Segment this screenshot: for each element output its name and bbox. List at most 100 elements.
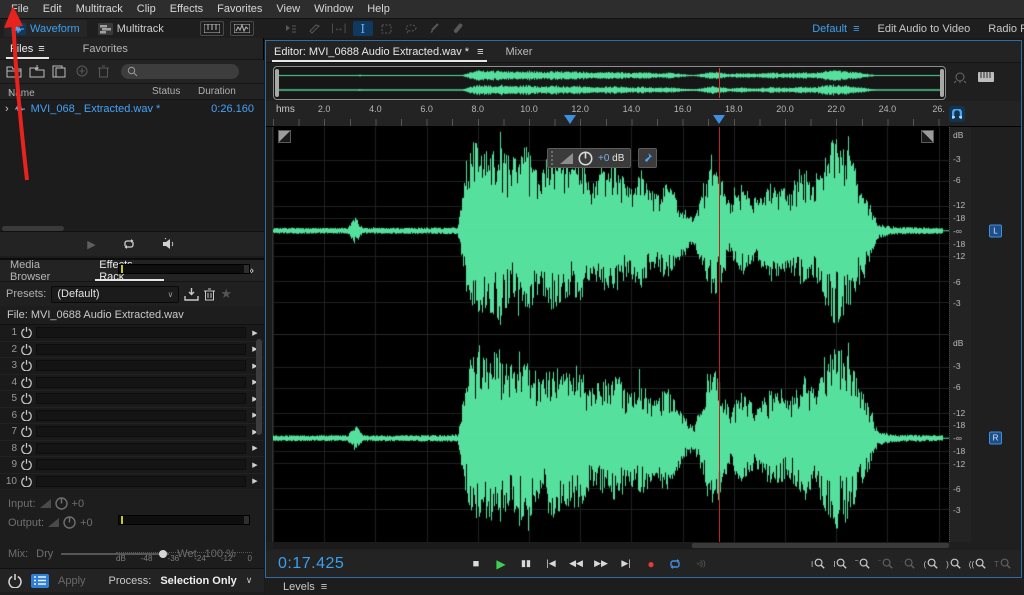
rewind-button[interactable]: ◀◀: [568, 558, 584, 569]
skip-to-end-button[interactable]: ▶|: [618, 558, 634, 569]
menu-multitrack[interactable]: Multitrack: [69, 0, 130, 18]
effect-slot[interactable]: [36, 327, 246, 338]
levels-panel-menu-icon[interactable]: ≡: [321, 581, 327, 593]
channel-badge-right[interactable]: R: [989, 432, 1002, 445]
workspace-radio-production[interactable]: Radio Product: [988, 23, 1024, 35]
menu-view[interactable]: View: [269, 0, 307, 18]
power-icon[interactable]: [21, 443, 32, 454]
menu-edit[interactable]: Edit: [36, 0, 69, 18]
slot-arrow-icon[interactable]: ▶: [250, 461, 260, 469]
preview-loop-icon[interactable]: [122, 238, 136, 250]
workspace-edit-audio-to-video[interactable]: Edit Audio to Video: [878, 23, 971, 35]
snap-magnet-icon[interactable]: [949, 106, 965, 122]
overview-right-handle[interactable]: [940, 69, 944, 97]
file-list-header[interactable]: Name ↑ Status Duration: [0, 84, 264, 100]
power-icon[interactable]: [21, 360, 32, 371]
effect-slot[interactable]: [36, 426, 246, 437]
power-icon[interactable]: [21, 393, 32, 404]
zoom-reset-button[interactable]: ˙: [901, 558, 916, 569]
menu-favorites[interactable]: Favorites: [210, 0, 269, 18]
zoom-out-time-button[interactable]: I: [833, 558, 847, 569]
power-icon[interactable]: [21, 476, 32, 487]
gain-hud[interactable]: +0 dB: [547, 148, 631, 168]
overview-navigator[interactable]: [273, 66, 946, 100]
rack-list-toggle-icon[interactable]: [31, 574, 49, 588]
files-panel-menu-icon[interactable]: ≡: [38, 43, 44, 55]
workspace-default[interactable]: Default: [812, 23, 847, 35]
power-icon[interactable]: [21, 344, 32, 355]
effect-slot[interactable]: [36, 393, 246, 404]
tab-files[interactable]: Files ≡: [0, 38, 55, 60]
db-scale[interactable]: dB-3-3-6-6-12-12-18-18-∞dB-3-3-6-6-12-12…: [949, 127, 971, 542]
workspace-menu-icon[interactable]: ≡: [853, 23, 859, 35]
hud-gain-knob[interactable]: [578, 151, 593, 166]
effect-slot[interactable]: [36, 443, 246, 454]
rack-power-icon[interactable]: [8, 574, 22, 588]
skip-to-start-button[interactable]: |◀: [543, 558, 559, 569]
zoom-out-amplitude-button[interactable]: ): [946, 558, 961, 569]
hud-grip-icon[interactable]: [551, 151, 555, 165]
delete-preset-icon[interactable]: [204, 288, 215, 301]
power-icon[interactable]: [21, 459, 32, 470]
power-icon[interactable]: [21, 377, 32, 388]
chevron-down-icon[interactable]: ∨: [246, 575, 253, 586]
slot-arrow-icon[interactable]: ▶: [250, 329, 260, 337]
effects-rack-row[interactable]: 4 ▶: [0, 375, 264, 392]
effects-rack-row[interactable]: 5 ▶: [0, 391, 264, 408]
waveform-canvas[interactable]: [273, 127, 949, 542]
process-dropdown[interactable]: Selection Only: [160, 575, 236, 587]
trash-icon[interactable]: [98, 65, 114, 79]
tab-favorites[interactable]: Favorites: [73, 38, 138, 60]
editor-panel-menu-icon[interactable]: ≡: [477, 46, 483, 58]
input-gain-knob[interactable]: [55, 497, 68, 510]
auto-play-speaker-icon[interactable]: [162, 238, 177, 250]
lasso-selection-tool-icon[interactable]: [401, 21, 421, 36]
mix-slider[interactable]: [61, 553, 169, 555]
effects-rack-row[interactable]: 6 ▶: [0, 408, 264, 425]
playhead-handle-icon[interactable]: [713, 115, 725, 124]
file-row[interactable]: › MVI_068_ Extracted.wav * 0:26.160: [0, 100, 264, 118]
output-gain-knob[interactable]: [63, 516, 76, 529]
loop-playback-button[interactable]: [668, 558, 684, 570]
play-button[interactable]: ▶: [493, 557, 509, 571]
tab-editor[interactable]: Editor: MVI_0688 Audio Extracted.wav * ≡: [266, 41, 491, 63]
expander-icon[interactable]: ›: [5, 103, 9, 115]
levels-panel-tab[interactable]: Levels ≡: [265, 578, 1024, 595]
power-icon[interactable]: [21, 410, 32, 421]
razor-tool-icon[interactable]: [305, 21, 325, 36]
effect-slot[interactable]: [36, 377, 246, 388]
effects-rack-row[interactable]: 9 ▶: [0, 457, 264, 474]
overview-waveform-canvas[interactable]: [279, 68, 940, 97]
waveform-view-button[interactable]: Waveform: [4, 20, 87, 37]
power-icon[interactable]: [21, 426, 32, 437]
effects-rack-row[interactable]: 1 ▶: [0, 325, 264, 342]
preview-play-icon[interactable]: ▶: [87, 238, 95, 251]
spot-healing-tool-icon[interactable]: [449, 21, 469, 36]
hud-fade-icon[interactable]: [560, 153, 573, 164]
slot-arrow-icon[interactable]: ▶: [250, 477, 260, 485]
effect-slot[interactable]: [36, 476, 246, 487]
effects-rack-row[interactable]: 8 ▶: [0, 441, 264, 458]
preset-dropdown[interactable]: (Default) ∨: [51, 286, 179, 303]
scrollbar-thumb[interactable]: [692, 543, 949, 548]
multitrack-view-button[interactable]: Multitrack: [91, 20, 171, 37]
stop-button[interactable]: ■: [468, 558, 484, 570]
record-button[interactable]: ●: [643, 557, 659, 571]
zoom-in-time-button[interactable]: I: [811, 558, 825, 569]
marquee-selection-tool-icon[interactable]: [377, 21, 397, 36]
effects-rack-row[interactable]: 2 ▶: [0, 342, 264, 359]
show-spectral-display-button[interactable]: [230, 21, 254, 36]
fade-out-handle[interactable]: [921, 130, 934, 143]
fast-forward-button[interactable]: ▶▶: [593, 558, 609, 569]
insert-into-multitrack-icon[interactable]: [75, 65, 91, 79]
skip-selection-button[interactable]: ◃)): [693, 559, 709, 568]
horizontal-scrollbar[interactable]: [273, 542, 949, 549]
channel-badge-left[interactable]: L: [989, 224, 1002, 237]
slot-arrow-icon[interactable]: ▶: [250, 444, 260, 452]
slip-tool-icon[interactable]: |↔|: [329, 21, 349, 36]
paintbrush-tool-icon[interactable]: [425, 21, 445, 36]
menu-effects[interactable]: Effects: [163, 0, 210, 18]
zoom-in-full-button[interactable]: ‾: [855, 558, 870, 569]
zoom-full-button[interactable]: T: [994, 558, 1011, 569]
effects-rack-row[interactable]: 10 ▶: [0, 474, 264, 491]
